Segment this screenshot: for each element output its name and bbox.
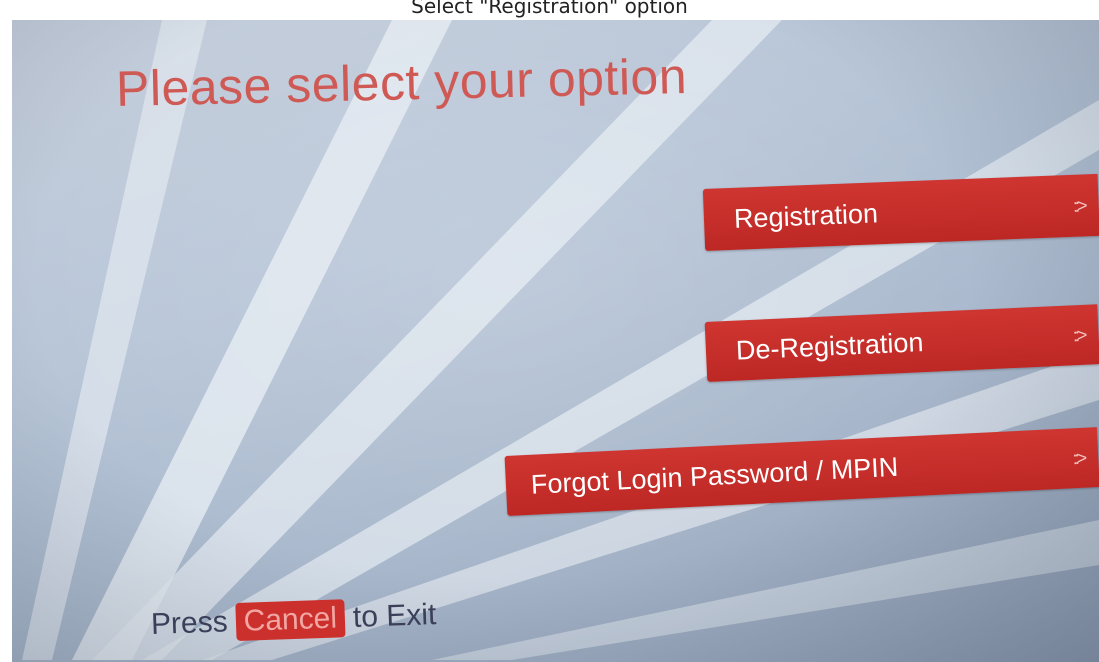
arrow-right-icon: ::> [1072, 324, 1085, 345]
cancel-button[interactable]: Cancel [234, 599, 346, 642]
atm-screen: Please select your option Registration :… [12, 20, 1099, 662]
page: Select "Registration" option Please sele… [0, 0, 1099, 662]
image-caption: Select "Registration" option [411, 0, 688, 18]
registration-label: Registration [733, 197, 879, 234]
arrow-right-icon: ::> [1072, 194, 1085, 216]
de-registration-label: De-Registration [735, 326, 925, 366]
footer-suffix: to Exit [352, 598, 437, 634]
footer-prefix: Press [150, 605, 229, 641]
forgot-password-label: Forgot Login Password / MPIN [530, 451, 899, 500]
arrow-right-icon: ::> [1072, 447, 1085, 468]
